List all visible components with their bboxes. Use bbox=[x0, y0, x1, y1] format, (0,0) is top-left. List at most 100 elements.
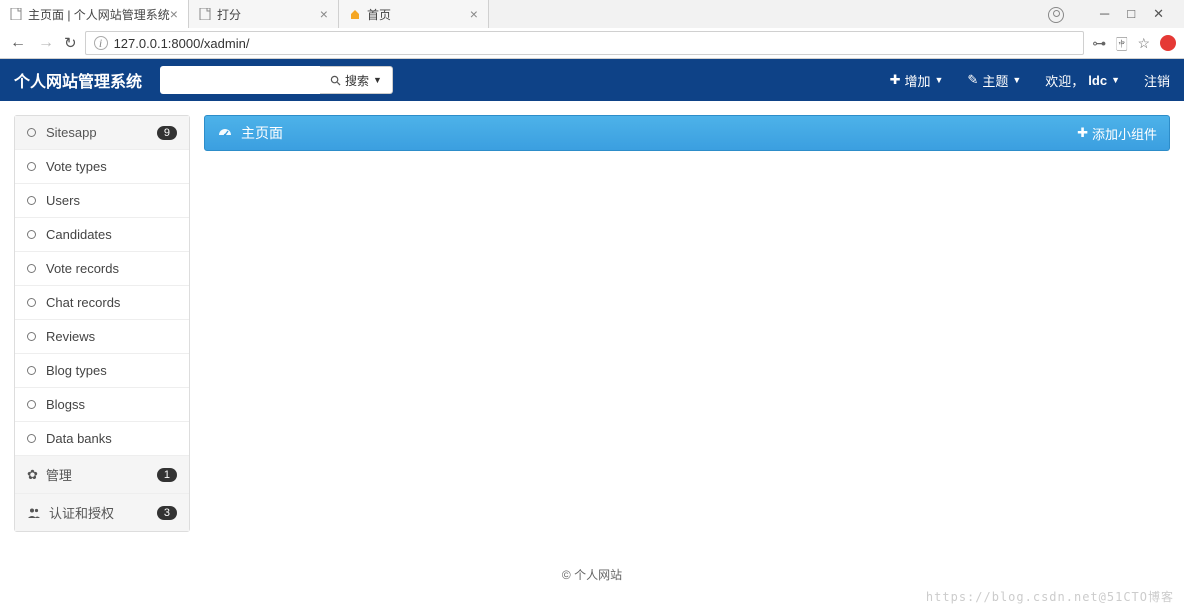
count-badge: 9 bbox=[157, 126, 177, 140]
sidebar-item-label: Vote records bbox=[46, 261, 177, 276]
watermark: https://blog.csdn.net@51CTO博客 bbox=[926, 588, 1174, 605]
key-icon[interactable]: ⊶ bbox=[1092, 35, 1106, 52]
url-text: 127.0.0.1:8000/xadmin/ bbox=[114, 36, 250, 51]
sidebar-item-vote-types[interactable]: Vote types bbox=[15, 150, 189, 184]
tab-title: 首页 bbox=[367, 6, 391, 23]
content-area: Sitesapp9 Vote types Users Candidates Vote r… bbox=[0, 101, 1184, 546]
logout-link[interactable]: 注销 bbox=[1144, 71, 1170, 90]
sidebar-item-candidates[interactable]: Candidates bbox=[15, 218, 189, 252]
add-widget-label: 添加小组件 bbox=[1092, 124, 1157, 143]
nav-right: ✚ 增加 ▼ ✎ 主题 ▼ 欢迎， ldc ▼ 注销 bbox=[890, 71, 1170, 90]
bullet-icon bbox=[27, 400, 36, 409]
close-icon[interactable]: ✕ bbox=[1153, 6, 1164, 22]
welcome-user[interactable]: 欢迎， ldc ▼ bbox=[1045, 71, 1120, 90]
panel-title: 主页面 bbox=[241, 123, 283, 143]
caret-down-icon: ▼ bbox=[1111, 75, 1120, 85]
sidebar-item-label: 认证和授权 bbox=[49, 503, 157, 522]
dashboard-icon bbox=[217, 125, 233, 141]
sidebar-item-blogss[interactable]: Blogss bbox=[15, 388, 189, 422]
tab-home-icon bbox=[349, 8, 361, 20]
sidebar-item-label: Blog types bbox=[46, 363, 177, 378]
username: ldc bbox=[1088, 73, 1107, 88]
tab-title: 打分 bbox=[217, 6, 241, 23]
add-label: 增加 bbox=[904, 71, 930, 90]
plus-icon: ✚ bbox=[890, 72, 901, 88]
count-badge: 3 bbox=[157, 506, 177, 520]
bullet-icon bbox=[27, 298, 36, 307]
gear-icon: ✿ bbox=[27, 467, 38, 483]
sidebar-item-label: 管理 bbox=[46, 465, 157, 484]
search-button[interactable]: 搜索 ▼ bbox=[320, 66, 393, 94]
sidebar-item-认证和授权[interactable]: 认证和授权3 bbox=[15, 494, 189, 531]
sidebar-item-label: Chat records bbox=[46, 295, 177, 310]
tab-close-icon[interactable]: × bbox=[470, 6, 478, 22]
sidebar-item-blog-types[interactable]: Blog types bbox=[15, 354, 189, 388]
add-widget-button[interactable]: ✚ 添加小组件 bbox=[1077, 124, 1157, 143]
search-icon bbox=[330, 75, 341, 86]
reload-icon[interactable]: ↻ bbox=[64, 34, 77, 52]
sidebar-item-label: Sitesapp bbox=[46, 125, 157, 140]
sidebar-item-label: Blogss bbox=[46, 397, 177, 412]
forward-icon[interactable]: → bbox=[36, 34, 56, 52]
profile-icon[interactable] bbox=[1048, 7, 1064, 23]
users-icon bbox=[27, 507, 41, 519]
sidebar-item-label: Reviews bbox=[46, 329, 177, 344]
bullet-icon bbox=[27, 196, 36, 205]
search-group: 搜索 ▼ bbox=[160, 66, 393, 94]
sidebar-item-reviews[interactable]: Reviews bbox=[15, 320, 189, 354]
sidebar-item-管理[interactable]: ✿管理1 bbox=[15, 456, 189, 494]
info-icon[interactable]: i bbox=[94, 36, 108, 50]
bullet-icon bbox=[27, 128, 36, 137]
caret-down-icon: ▼ bbox=[373, 75, 382, 85]
minimize-icon[interactable]: ─ bbox=[1100, 6, 1109, 22]
main-panel: 主页面 ✚ 添加小组件 bbox=[204, 115, 1170, 151]
sidebar-item-data-banks[interactable]: Data banks bbox=[15, 422, 189, 456]
back-icon[interactable]: ← bbox=[8, 34, 28, 52]
sidebar: Sitesapp9 Vote types Users Candidates Vote r… bbox=[14, 115, 190, 532]
sidebar-item-label: Data banks bbox=[46, 431, 177, 446]
translate-icon[interactable]: 🀄︎ bbox=[1116, 35, 1127, 52]
tab-close-icon[interactable]: × bbox=[170, 6, 178, 22]
top-navbar: 个人网站管理系统 搜索 ▼ ✚ 增加 ▼ ✎ 主题 ▼ 欢迎， ldc ▼ 注销 bbox=[0, 59, 1184, 101]
caret-down-icon: ▼ bbox=[934, 75, 943, 85]
tab-bar: 主页面 | 个人网站管理系统 × 打分 × 首页 × ─ □ ✕ bbox=[0, 0, 1184, 28]
search-button-label: 搜索 bbox=[345, 72, 369, 89]
maximize-icon[interactable]: □ bbox=[1127, 6, 1135, 22]
browser-chrome: 主页面 | 个人网站管理系统 × 打分 × 首页 × ─ □ ✕ ← → ↻ bbox=[0, 0, 1184, 59]
address-bar: ← → ↻ i 127.0.0.1:8000/xadmin/ ⊶ 🀄︎ ☆ bbox=[0, 28, 1184, 58]
sidebar-item-chat-records[interactable]: Chat records bbox=[15, 286, 189, 320]
sidebar-item-label: Users bbox=[46, 193, 177, 208]
tab-title: 主页面 | 个人网站管理系统 bbox=[28, 6, 170, 23]
browser-tab-active[interactable]: 主页面 | 个人网站管理系统 × bbox=[0, 0, 189, 28]
site-brand[interactable]: 个人网站管理系统 bbox=[14, 68, 142, 92]
browser-tab[interactable]: 打分 × bbox=[189, 0, 339, 28]
extension-icon[interactable] bbox=[1160, 35, 1176, 51]
sidebar-item-vote-records[interactable]: Vote records bbox=[15, 252, 189, 286]
bullet-icon bbox=[27, 332, 36, 341]
search-input[interactable] bbox=[160, 66, 320, 94]
browser-tab[interactable]: 首页 × bbox=[339, 0, 489, 28]
bullet-icon bbox=[27, 264, 36, 273]
add-menu[interactable]: ✚ 增加 ▼ bbox=[890, 71, 944, 90]
sidebar-item-label: Vote types bbox=[46, 159, 177, 174]
welcome-text: 欢迎， bbox=[1045, 71, 1084, 90]
tab-page-icon bbox=[199, 8, 211, 20]
sidebar-item-users[interactable]: Users bbox=[15, 184, 189, 218]
bullet-icon bbox=[27, 434, 36, 443]
sidebar-item-label: Candidates bbox=[46, 227, 177, 242]
star-icon[interactable]: ☆ bbox=[1137, 35, 1150, 52]
bullet-icon bbox=[27, 162, 36, 171]
window-controls: ─ □ ✕ bbox=[1048, 6, 1176, 22]
dashboard-header: 主页面 ✚ 添加小组件 bbox=[204, 115, 1170, 151]
caret-down-icon: ▼ bbox=[1012, 75, 1021, 85]
plus-icon: ✚ bbox=[1077, 125, 1088, 141]
sidebar-item-sitesapp[interactable]: Sitesapp9 bbox=[15, 116, 189, 150]
theme-menu[interactable]: ✎ 主题 ▼ bbox=[967, 71, 1021, 90]
url-input[interactable]: i 127.0.0.1:8000/xadmin/ bbox=[85, 31, 1085, 55]
bullet-icon bbox=[27, 366, 36, 375]
logout-label: 注销 bbox=[1144, 71, 1170, 90]
url-action-icons: ⊶ 🀄︎ ☆ bbox=[1092, 35, 1176, 52]
tab-page-icon bbox=[10, 8, 22, 20]
theme-label: 主题 bbox=[982, 71, 1008, 90]
tab-close-icon[interactable]: × bbox=[320, 6, 328, 22]
